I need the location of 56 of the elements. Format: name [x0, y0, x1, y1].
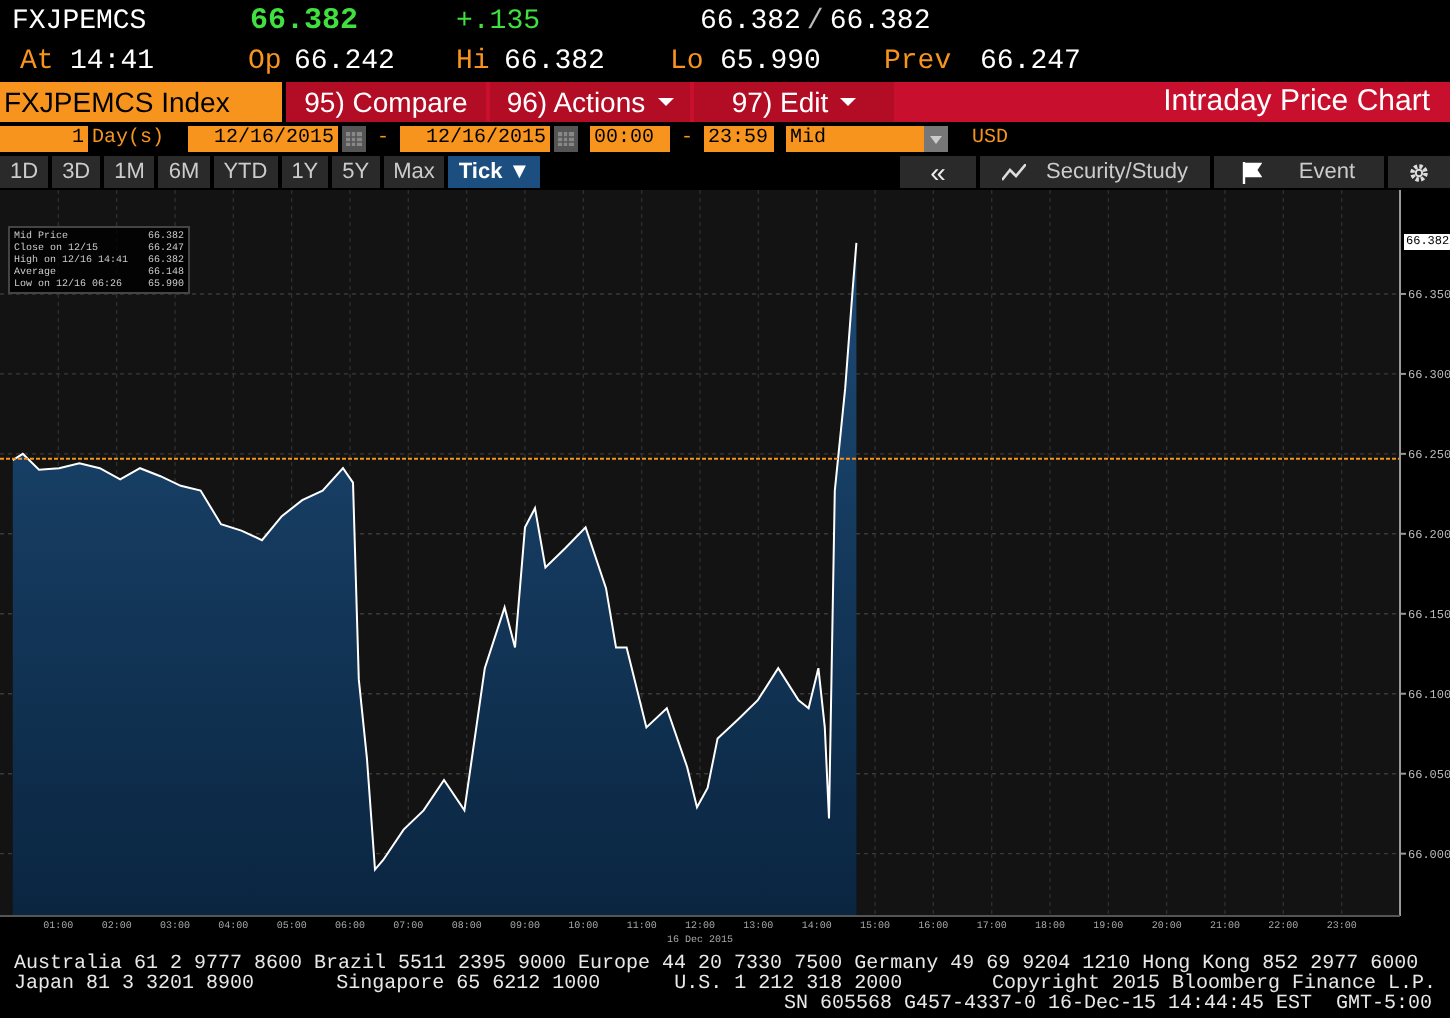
- collapse-button[interactable]: «: [900, 156, 976, 188]
- event-button[interactable]: Event: [1214, 156, 1384, 188]
- ticker-symbol: FXJPEMCS: [12, 3, 149, 41]
- stat-value: 65.990: [720, 43, 821, 81]
- end-time-field[interactable]: 23:59: [704, 126, 774, 152]
- stat-value: 66.242: [294, 43, 395, 81]
- unit-label: Day(s): [90, 126, 167, 152]
- price-separator: /: [804, 3, 826, 41]
- security-field[interactable]: FXJPEMCS Index: [0, 82, 282, 122]
- menu-button[interactable]: 95) Compare: [286, 82, 486, 122]
- count-field[interactable]: 1: [0, 126, 88, 152]
- period-tab[interactable]: 3D: [52, 156, 101, 188]
- period-tab[interactable]: YTD: [213, 156, 278, 188]
- ask-price: 66.382: [829, 3, 931, 41]
- period-tab[interactable]: 1Y: [281, 156, 329, 188]
- date-dash: -: [374, 126, 391, 152]
- stat-value: 66.382: [504, 43, 605, 81]
- period-tab[interactable]: Max: [383, 156, 445, 188]
- security-study-button[interactable]: Security/Study: [980, 156, 1210, 188]
- start-date-field[interactable]: 12/16/2015: [188, 126, 338, 152]
- menu-button[interactable]: 97) Edit: [694, 82, 894, 122]
- price-change: +.135: [456, 3, 543, 41]
- contact-line: U.S. 1 212 318 2000: [674, 976, 905, 996]
- contact-line: Singapore 65 6212 1000: [336, 976, 603, 996]
- chart-icon: [1002, 163, 1027, 181]
- currency-label: USD: [972, 126, 1009, 152]
- contact-line: Japan 81 3 3201 8900: [14, 976, 257, 996]
- last-price: 66.382: [250, 1, 361, 42]
- stat-label: Prev: [884, 43, 954, 81]
- session-info: SN 605568 G457-4337-0 16-Dec-15 14:44:45 EST GMT-5:00: [783, 996, 1434, 1016]
- stat-label: Lo: [670, 43, 706, 81]
- period-tab[interactable]: 6M: [158, 156, 210, 188]
- period-tab[interactable]: 5Y: [332, 156, 380, 188]
- calendar-icon[interactable]: [554, 126, 578, 152]
- price-type-dropdown[interactable]: Mid: [786, 126, 948, 152]
- bid-price: 66.382: [700, 3, 801, 41]
- menu-button[interactable]: 96) Actions: [490, 82, 690, 122]
- stat-label: Op: [248, 43, 284, 81]
- stat-label: Hi: [456, 43, 492, 81]
- contact-line: Australia 61 2 9777 8600 Brazil 5511 2395 9000 Europe 44 20 7330 7500 Germany 49 69 9204 1210 Hong Kong 852 2977 6000: [14, 956, 1419, 976]
- caret-icon: [930, 135, 942, 143]
- flag-icon: [1242, 161, 1263, 183]
- stat-label: At: [20, 43, 56, 81]
- contact-line: Copyright 2015 Bloomberg Finance L.P.: [991, 976, 1436, 996]
- period-tab[interactable]: Tick ▼: [448, 156, 541, 188]
- end-date-field[interactable]: 12/16/2015: [400, 126, 550, 152]
- stat-value: 66.247: [980, 43, 1081, 81]
- period-tab[interactable]: 1D: [0, 156, 49, 188]
- start-time-field[interactable]: 00:00: [590, 126, 670, 152]
- time-dash: -: [678, 126, 695, 152]
- stat-value: 14:41: [70, 43, 155, 81]
- calendar-icon[interactable]: [342, 126, 366, 152]
- settings-button[interactable]: [1388, 156, 1450, 188]
- settings-icon: [1408, 161, 1430, 183]
- screen-title: Intraday Price Chart: [1163, 82, 1432, 122]
- period-tab[interactable]: 1M: [104, 156, 155, 188]
